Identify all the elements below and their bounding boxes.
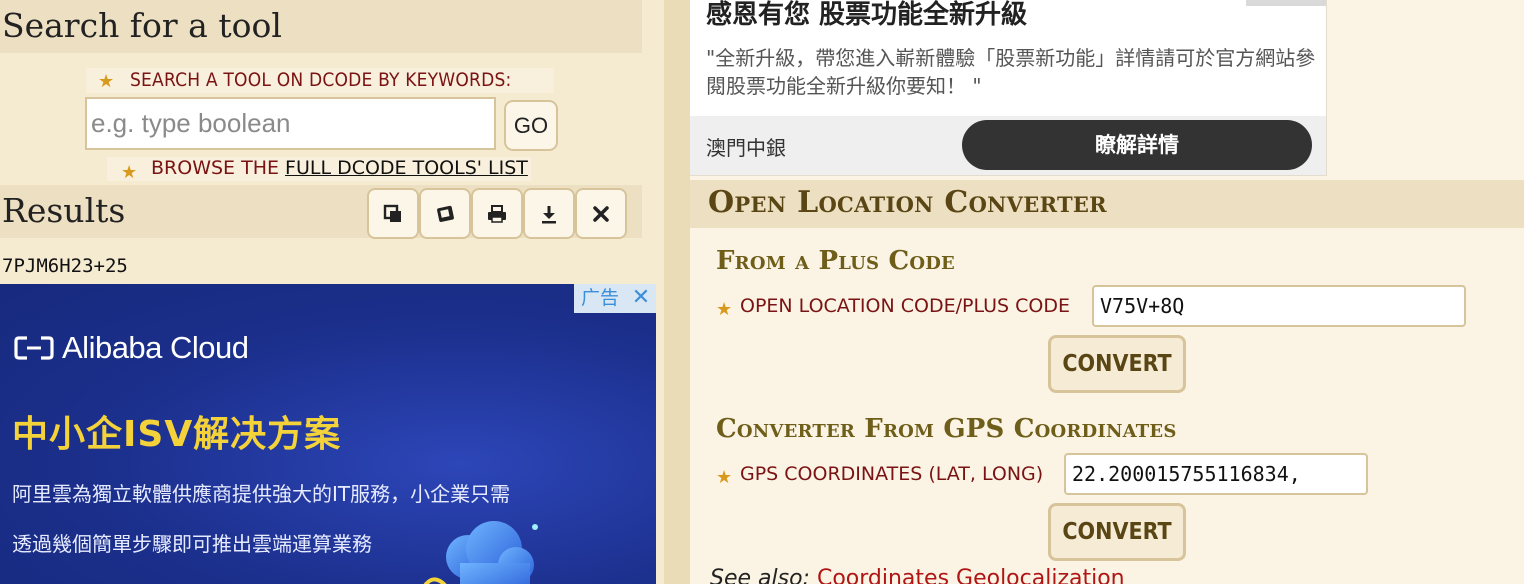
ad-text-line-2: 透過幾個簡單步驟即可推出雲端運算業務 xyxy=(12,532,372,556)
print-button[interactable] xyxy=(471,188,523,239)
ad-headline: 中小企ISV解决方案 xyxy=(12,414,342,455)
alibaba-cloud-icon xyxy=(14,336,54,360)
left-panel: Search for a tool ★ SEARCH A TOOL ON DCO… xyxy=(0,0,664,584)
see-also-label: See also: xyxy=(710,566,810,584)
section-title-from-plus-code: From a Plus Code xyxy=(716,246,955,276)
convert-gps-button[interactable]: CONVERT xyxy=(1048,503,1186,561)
results-title: Results xyxy=(2,191,126,230)
copy-icon xyxy=(383,204,401,222)
column-divider xyxy=(664,0,690,584)
print-icon xyxy=(488,204,506,223)
keywords-label-row: ★ SEARCH A TOOL ON DCODE BY KEYWORDS: xyxy=(86,68,554,93)
plus-code-label: OPEN LOCATION CODE/PLUS CODE xyxy=(740,295,1070,317)
ad-corner-controls[interactable] xyxy=(1246,0,1326,6)
go-button[interactable]: GO xyxy=(504,100,558,151)
gps-label: GPS COORDINATES (LAT, LONG) xyxy=(740,463,1044,485)
tool-header: Open Location Converter xyxy=(690,180,1524,228)
plus-code-input[interactable] xyxy=(1092,285,1466,327)
mobile-button[interactable] xyxy=(419,188,471,239)
star-icon: ★ xyxy=(716,299,733,320)
star-icon: ★ xyxy=(98,71,115,92)
browse-row: ★ BROWSE THE FULL DCODE TOOLS' LIST xyxy=(107,157,531,183)
ad-bank-footer: 澳門中銀 瞭解詳情 xyxy=(690,116,1326,175)
full-tools-list-link[interactable]: FULL DCODE TOOLS' LIST xyxy=(285,157,528,179)
ad-bank-description: "全新升級，帶您進入嶄新體驗「股票新功能」詳情請可於官方網站參閱股票功能全新升級… xyxy=(706,46,1316,98)
ad-close-icon[interactable]: ✕ xyxy=(626,284,656,313)
right-panel: 感恩有您 股票功能全新升級 "全新升級，帶您進入嶄新體驗「股票新功能」詳情請可於… xyxy=(690,0,1524,584)
ad-brand: Alibaba Cloud xyxy=(62,330,249,365)
ad-bank-sponsor: 澳門中銀 xyxy=(706,136,786,160)
ad-text-line-1: 阿里雲為獨立軟體供應商提供強大的IT服務，小企業只需 xyxy=(12,482,511,506)
tool-title: Open Location Converter xyxy=(708,185,1107,220)
see-also: See also: Coordinates Geolocalization xyxy=(710,566,1125,584)
close-icon xyxy=(593,205,609,222)
search-title: Search for a tool xyxy=(2,6,282,45)
copy-button[interactable] xyxy=(367,188,419,239)
close-button[interactable] xyxy=(575,188,627,239)
ad-learn-more-button[interactable]: 瞭解詳情 xyxy=(962,120,1312,170)
browse-text: BROWSE THE FULL DCODE TOOLS' LIST xyxy=(151,157,528,179)
ad-bank-title: 感恩有您 股票功能全新升級 xyxy=(706,0,1028,30)
star-icon: ★ xyxy=(121,162,138,183)
cloud-illustration-icon xyxy=(423,521,538,584)
alibaba-logo: Alibaba Cloud xyxy=(14,330,249,366)
ad-label: 广告 xyxy=(580,287,619,309)
convert-plus-code-button[interactable]: CONVERT xyxy=(1048,335,1186,393)
section-title-from-gps: Converter From GPS Coordinates xyxy=(716,414,1177,444)
ad-badge[interactable]: 广告 ✕ xyxy=(574,284,656,313)
star-icon: ★ xyxy=(716,467,733,488)
result-value: 7PJM6H23+25 xyxy=(2,255,128,277)
gps-coordinates-input[interactable] xyxy=(1064,453,1368,495)
mobile-icon xyxy=(437,205,454,222)
search-header: Search for a tool xyxy=(0,0,642,53)
keywords-label: SEARCH A TOOL ON DCODE BY KEYWORDS: xyxy=(130,69,512,91)
ad-banner-bank[interactable]: 感恩有您 股票功能全新升級 "全新升級，帶您進入嶄新體驗「股票新功能」詳情請可於… xyxy=(690,0,1327,176)
browse-prefix: BROWSE THE xyxy=(151,157,286,179)
search-input[interactable] xyxy=(85,97,496,150)
download-button[interactable] xyxy=(523,188,575,239)
coordinates-geolocalization-link[interactable]: Coordinates Geolocalization xyxy=(817,566,1125,584)
download-icon xyxy=(542,205,556,223)
results-header: Results xyxy=(0,185,642,239)
